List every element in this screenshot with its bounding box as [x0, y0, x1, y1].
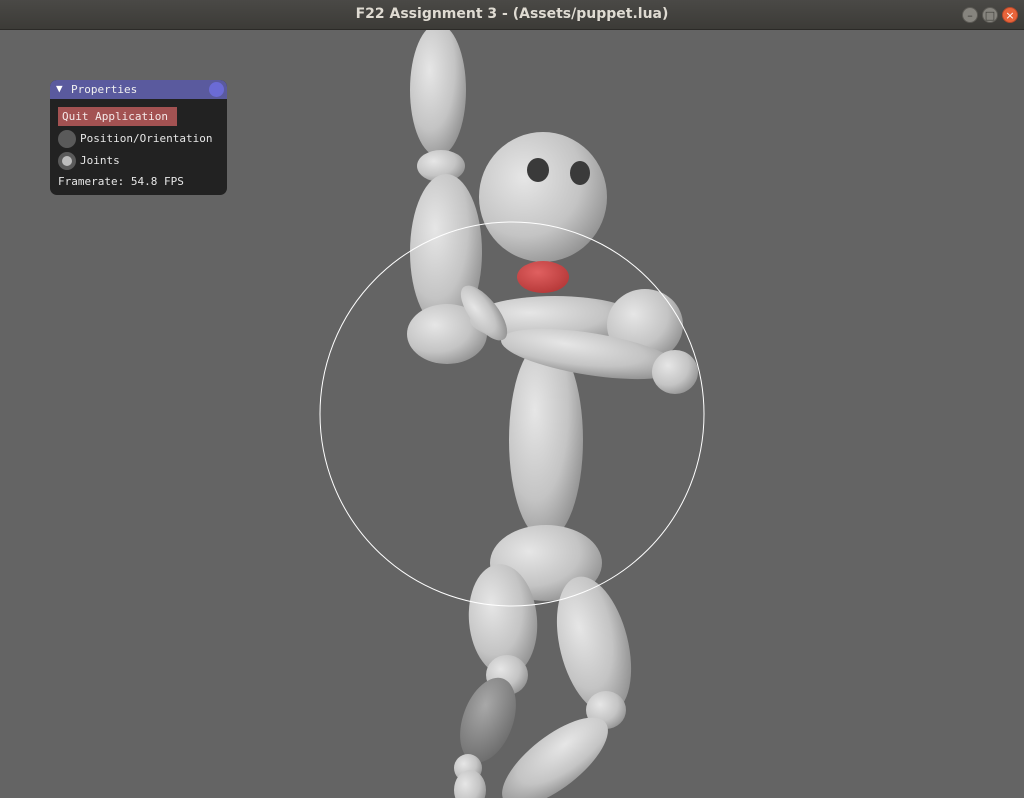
- close-button[interactable]: ×: [1002, 7, 1018, 23]
- mode-option-joints[interactable]: Joints: [58, 152, 138, 170]
- mouth-neck[interactable]: [517, 261, 569, 293]
- maximize-icon: □: [984, 8, 996, 22]
- quit-application-button[interactable]: Quit Application: [58, 107, 177, 126]
- left-eye: [527, 158, 549, 182]
- framerate-readout: Framerate: 54.8 FPS: [58, 175, 184, 188]
- mode-option-label: Position/Orientation: [80, 132, 213, 145]
- minimize-icon: –: [967, 8, 973, 22]
- properties-panel: ▼ Properties Quit Application Position/O…: [50, 80, 227, 195]
- mode-option-position-orientation[interactable]: Position/Orientation: [58, 130, 223, 148]
- collapse-button[interactable]: [209, 82, 224, 97]
- close-icon: ×: [1005, 8, 1015, 22]
- radio-button[interactable]: [58, 152, 76, 170]
- window-title: F22 Assignment 3 - (Assets/puppet.lua): [355, 6, 669, 22]
- right-elbow[interactable]: [652, 350, 698, 394]
- raised-forearm[interactable]: [410, 30, 466, 156]
- properties-panel-header[interactable]: ▼ Properties: [50, 80, 227, 99]
- properties-panel-title: Properties: [71, 83, 138, 96]
- right-eye: [570, 161, 590, 185]
- radio-selected-dot: [62, 156, 72, 166]
- collapse-arrow-icon[interactable]: ▼: [56, 82, 63, 95]
- puppet-head[interactable]: [479, 132, 607, 262]
- maximize-button[interactable]: □: [982, 7, 998, 23]
- title-bar[interactable]: F22 Assignment 3 - (Assets/puppet.lua) –…: [0, 0, 1024, 30]
- mode-option-label: Joints: [80, 154, 120, 167]
- radio-button[interactable]: [58, 130, 76, 148]
- minimize-button[interactable]: –: [962, 7, 978, 23]
- app-window: F22 Assignment 3 - (Assets/puppet.lua) –…: [0, 0, 1024, 798]
